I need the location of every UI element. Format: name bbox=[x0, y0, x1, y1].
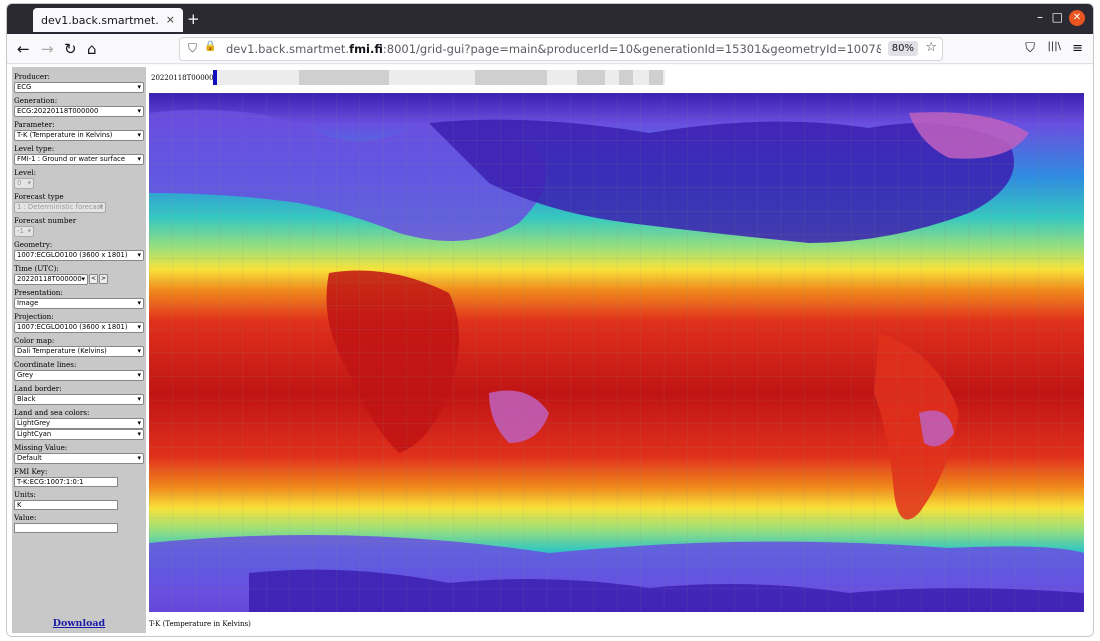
bookmark-star-icon[interactable]: ☆ bbox=[925, 40, 937, 55]
level-type-label: Level type: bbox=[14, 144, 55, 153]
download-link[interactable]: Download bbox=[12, 618, 146, 629]
fmi-key-field[interactable]: T-K:ECG:1007:1:0:1 bbox=[14, 477, 118, 487]
timeline-label: 20220118T000000 bbox=[151, 74, 219, 82]
forward-button[interactable]: → bbox=[41, 40, 54, 58]
url-prefix: dev1.back.smartmet. bbox=[226, 42, 350, 56]
maximize-button[interactable]: □ bbox=[1052, 10, 1063, 24]
land-border-select[interactable]: Black bbox=[14, 394, 144, 405]
land-color-select[interactable]: LightGrey bbox=[14, 418, 144, 429]
coordinate-lines-select[interactable]: Grey bbox=[14, 370, 144, 381]
coordinate-lines-label: Coordinate lines: bbox=[14, 360, 77, 369]
missing-value-select[interactable]: Default bbox=[14, 453, 144, 464]
producer-select[interactable]: ECG bbox=[14, 82, 144, 93]
url-bar[interactable]: ⛉ 🔒 dev1.back.smartmet.fmi.fi:8001/grid-… bbox=[179, 37, 943, 61]
sea-color-select[interactable]: LightCyan bbox=[14, 429, 144, 440]
timeline-segment[interactable] bbox=[299, 70, 389, 85]
units-field[interactable]: K bbox=[14, 500, 118, 510]
level-type-select[interactable]: FMI-1 : Ground or water surface bbox=[14, 154, 144, 165]
temperature-map-image bbox=[149, 93, 1084, 612]
value-label: Value: bbox=[14, 513, 37, 522]
forecast-type-select[interactable]: 1 : Deterministic forecast bbox=[14, 202, 106, 213]
timeline-segment[interactable] bbox=[619, 70, 633, 85]
color-map-label: Color map: bbox=[14, 336, 55, 345]
projection-select[interactable]: 1007:ECGLO0100 (3600 x 1801) bbox=[14, 322, 144, 333]
land-sea-colors-label: Land and sea colors: bbox=[14, 408, 90, 417]
library-icon[interactable]: |||\ bbox=[1048, 41, 1061, 52]
url-domain: fmi.fi bbox=[349, 42, 383, 56]
url-text: dev1.back.smartmet.fmi.fi:8001/grid-gui?… bbox=[226, 42, 881, 56]
color-map-select[interactable]: Dali Temperature (Kelvins) bbox=[14, 346, 144, 357]
geometry-label: Geometry: bbox=[14, 240, 53, 249]
presentation-label: Presentation: bbox=[14, 288, 63, 297]
time-select[interactable]: 20220118T000000 bbox=[14, 274, 88, 285]
browser-tab[interactable]: dev1.back.smartmet.fmi.fi:80 × bbox=[33, 8, 183, 32]
minimize-button[interactable]: – bbox=[1037, 10, 1043, 24]
reload-button[interactable]: ↻ bbox=[64, 40, 77, 58]
fmi-key-label: FMI Key: bbox=[14, 467, 48, 476]
page-content: Producer: ECG Generation: ECG:20220118T0… bbox=[7, 65, 1093, 636]
units-label: Units: bbox=[14, 490, 36, 499]
forecast-number-label: Forecast number bbox=[14, 216, 77, 225]
parameter-label: Parameter: bbox=[14, 120, 55, 129]
timeline-segment[interactable] bbox=[577, 70, 605, 85]
tab-title: dev1.back.smartmet.fmi.fi:80 bbox=[41, 13, 159, 27]
time-label: Time (UTC): bbox=[14, 264, 59, 273]
browser-window: dev1.back.smartmet.fmi.fi:80 × + – □ ✕ ←… bbox=[6, 3, 1094, 637]
navigation-bar: ← → ↻ ⌂ ⛉ 🔒 dev1.back.smartmet.fmi.fi:80… bbox=[7, 34, 1093, 64]
tab-close-icon[interactable]: × bbox=[166, 13, 175, 26]
level-select[interactable]: 0 bbox=[14, 178, 34, 189]
url-path: :8001/grid-gui?page=main&producerId=10&g… bbox=[382, 42, 881, 56]
menu-icon[interactable]: ≡ bbox=[1072, 41, 1083, 56]
home-button[interactable]: ⌂ bbox=[87, 40, 97, 58]
forecast-number-select[interactable]: -1 bbox=[14, 226, 34, 237]
lock-icon[interactable]: 🔒 bbox=[204, 41, 216, 52]
generation-select[interactable]: ECG:20220118T000000 bbox=[14, 106, 144, 117]
parameter-select[interactable]: T-K (Temperature in Kelvins) bbox=[14, 130, 144, 141]
generation-label: Generation: bbox=[14, 96, 58, 105]
new-tab-button[interactable]: + bbox=[187, 10, 200, 28]
time-prev-button[interactable]: < bbox=[89, 274, 98, 284]
time-row: 20220118T000000<> bbox=[14, 274, 144, 285]
shield-icon[interactable]: ⛉ bbox=[188, 41, 197, 56]
producer-label: Producer: bbox=[14, 72, 50, 81]
pocket-icon[interactable]: ⛉ bbox=[1025, 41, 1035, 56]
projection-label: Projection: bbox=[14, 312, 54, 321]
land-border-label: Land border: bbox=[14, 384, 62, 393]
value-field[interactable] bbox=[14, 523, 118, 533]
coordinate-grid bbox=[149, 93, 1084, 612]
back-button[interactable]: ← bbox=[17, 40, 30, 58]
time-slider[interactable]: 20220118T000000 bbox=[149, 70, 669, 86]
timeline-segment[interactable] bbox=[475, 70, 547, 85]
control-panel: Producer: ECG Generation: ECG:20220118T0… bbox=[12, 67, 146, 633]
geometry-select[interactable]: 1007:ECGLO0100 (3600 x 1801) bbox=[14, 250, 144, 261]
presentation-select[interactable]: Image bbox=[14, 298, 144, 309]
time-next-button[interactable]: > bbox=[99, 274, 108, 284]
map-caption: T-K (Temperature in Kelvins) bbox=[149, 620, 251, 628]
zoom-level[interactable]: 80% bbox=[887, 41, 918, 56]
timeline-track[interactable] bbox=[213, 70, 665, 85]
close-window-button[interactable]: ✕ bbox=[1069, 10, 1085, 26]
tab-bar: dev1.back.smartmet.fmi.fi:80 × + – □ ✕ bbox=[7, 4, 1093, 34]
timeline-cursor[interactable] bbox=[213, 70, 217, 85]
missing-value-label: Missing Value: bbox=[14, 443, 68, 452]
temperature-map[interactable] bbox=[149, 93, 1084, 612]
forecast-type-label: Forecast type bbox=[14, 192, 64, 201]
timeline-segment[interactable] bbox=[649, 70, 663, 85]
level-label: Level: bbox=[14, 168, 37, 177]
